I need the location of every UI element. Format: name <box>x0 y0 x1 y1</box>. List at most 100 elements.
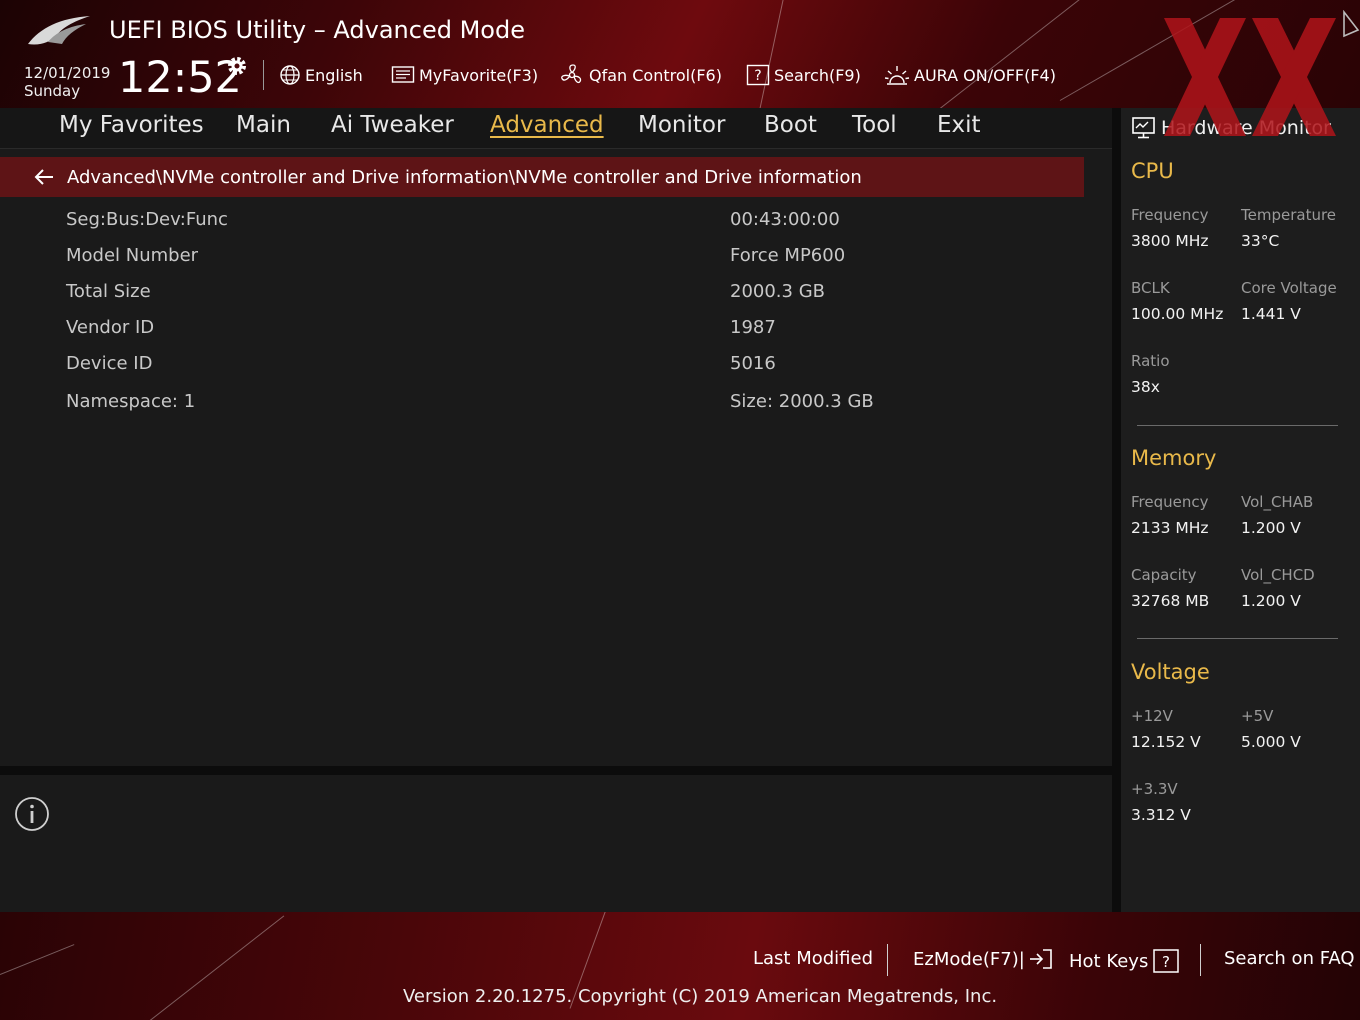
info-row-model-number: Model Number Force MP600 <box>0 239 1100 275</box>
tab-advanced[interactable]: Advanced <box>490 112 604 138</box>
cpu-temperature-label: Temperature <box>1241 206 1337 224</box>
aura-toggle-button[interactable]: AURA ON/OFF(F4) <box>884 62 1056 88</box>
cpu-ratio-value: 38x <box>1131 378 1160 396</box>
help-info-panel <box>0 775 1112 912</box>
tab-boot[interactable]: Boot <box>764 112 817 138</box>
cpu-bclk-value: 100.00 MHz <box>1131 305 1224 323</box>
cpu-ratio-label: Ratio <box>1131 352 1170 370</box>
section-divider <box>1137 425 1338 426</box>
watermark-logo-icon <box>1164 18 1336 136</box>
hardware-monitor-panel: Hardware Monitor CPU Frequency 3800 MHz … <box>1121 108 1360 912</box>
favorite-list-icon <box>391 66 415 83</box>
row-value: 2000.3 GB <box>730 281 826 302</box>
breadcrumb: Advanced\NVMe controller and Drive infor… <box>0 157 1084 197</box>
info-icon <box>15 797 49 831</box>
info-row-namespace: Namespace: 1 Size: 2000.3 GB <box>0 385 1100 421</box>
info-row-vendor-id: Vendor ID 1987 <box>0 311 1100 347</box>
myfavorite-button[interactable]: MyFavorite(F3) <box>391 62 538 88</box>
footer-divider <box>887 944 888 976</box>
voltage-5v-label: +5V <box>1241 707 1274 725</box>
qfan-control-button[interactable]: Qfan Control(F6) <box>559 62 722 88</box>
tab-my-favorites[interactable]: My Favorites <box>59 112 204 138</box>
cursor-icon <box>1343 10 1360 38</box>
memory-capacity-value: 32768 MB <box>1131 592 1210 610</box>
cpu-core-voltage-value: 1.441 V <box>1241 305 1301 323</box>
clock: 12:52 <box>118 53 242 103</box>
hot-keys-label: Hot Keys <box>1069 950 1149 972</box>
row-value: 1987 <box>730 317 776 338</box>
vol-chab-label: Vol_CHAB <box>1241 493 1314 511</box>
row-label: Device ID <box>66 353 153 374</box>
svg-text:?: ? <box>754 68 761 84</box>
tab-main[interactable]: Main <box>236 112 291 138</box>
row-value: 00:43:00:00 <box>730 209 840 230</box>
header-bar: UEFI BIOS Utility – Advanced Mode 12/01/… <box>0 0 1360 108</box>
footer-divider <box>1200 944 1201 976</box>
voltage-12v-value: 12.152 V <box>1131 733 1201 751</box>
row-label: Total Size <box>66 281 151 302</box>
aura-light-icon <box>884 66 910 85</box>
decor-streak <box>0 944 75 975</box>
cpu-temperature-value: 33°C <box>1241 232 1280 250</box>
tab-ai-tweaker[interactable]: Ai Tweaker <box>331 112 454 138</box>
settings-panel: Advanced\NVMe controller and Drive infor… <box>0 149 1112 766</box>
tab-tool[interactable]: Tool <box>852 112 897 138</box>
decor-streak <box>759 0 786 108</box>
vol-chcd-label: Vol_CHCD <box>1241 566 1315 584</box>
info-row-device-id: Device ID 5016 <box>0 347 1100 383</box>
search-button[interactable]: ? Search(F9) <box>746 62 861 88</box>
breadcrumb-text: Advanced\NVMe controller and Drive infor… <box>67 166 862 188</box>
cpu-core-voltage-label: Core Voltage <box>1241 279 1337 297</box>
cpu-bclk-label: BCLK <box>1131 279 1170 297</box>
sidebar-divider <box>1112 108 1121 912</box>
globe-icon <box>280 65 300 85</box>
cpu-frequency-value: 3800 MHz <box>1131 232 1209 250</box>
vol-chab-value: 1.200 V <box>1241 519 1301 537</box>
svg-text:?: ? <box>1162 953 1170 971</box>
decor-streak <box>149 915 285 1020</box>
voltage-3v3-value: 3.312 V <box>1131 806 1191 824</box>
memory-section-title: Memory <box>1131 446 1217 470</box>
version-text: Version 2.20.1275. Copyright (C) 2019 Am… <box>403 986 998 1007</box>
row-label: Model Number <box>66 245 199 266</box>
memory-frequency-value: 2133 MHz <box>1131 519 1209 537</box>
help-question-icon: ? <box>746 64 770 86</box>
gear-icon[interactable] <box>225 54 249 78</box>
memory-capacity-label: Capacity <box>1131 566 1197 584</box>
ezmode-button[interactable]: EzMode(F7)| <box>913 948 1053 970</box>
tab-monitor[interactable]: Monitor <box>638 112 725 138</box>
help-question-icon: ? <box>1153 949 1180 973</box>
date-text: 12/01/2019 <box>24 64 111 82</box>
qfan-label: Qfan Control(F6) <box>589 65 722 85</box>
tab-exit[interactable]: Exit <box>937 112 981 138</box>
row-label: Namespace: 1 <box>66 391 196 412</box>
voltage-5v-value: 5.000 V <box>1241 733 1301 751</box>
main-menu-tabs: My Favorites Main Ai Tweaker Advanced Mo… <box>0 108 1112 149</box>
footer-bar: Last Modified EzMode(F7)| Hot Keys ? Sea… <box>0 912 1360 1020</box>
language-button[interactable]: English <box>279 62 363 88</box>
back-arrow-icon[interactable] <box>33 168 55 186</box>
row-value: 5016 <box>730 353 776 374</box>
row-value: Size: 2000.3 GB <box>730 391 874 412</box>
fan-icon <box>561 64 582 84</box>
last-modified-button[interactable]: Last Modified <box>753 948 873 969</box>
rog-logo-icon <box>28 16 90 45</box>
memory-frequency-label: Frequency <box>1131 493 1209 511</box>
hot-keys-button[interactable]: Hot Keys ? <box>1069 948 1180 974</box>
day-text: Sunday <box>24 82 81 100</box>
toolbar-divider <box>263 60 264 90</box>
voltage-12v-label: +12V <box>1131 707 1173 725</box>
row-label: Vendor ID <box>66 317 155 338</box>
monitor-icon <box>1132 117 1155 139</box>
info-row-seg-bus-dev-func: Seg:Bus:Dev:Func 00:43:00:00 <box>0 203 1100 239</box>
section-divider <box>1137 638 1338 639</box>
exit-mode-icon <box>1029 949 1052 969</box>
row-value: Force MP600 <box>730 245 846 266</box>
vol-chcd-value: 1.200 V <box>1241 592 1301 610</box>
panel-divider <box>0 766 1112 775</box>
aura-label: AURA ON/OFF(F4) <box>914 65 1056 85</box>
search-faq-button[interactable]: Search on FAQ <box>1224 948 1355 969</box>
voltage-section-title: Voltage <box>1131 660 1210 684</box>
cpu-frequency-label: Frequency <box>1131 206 1209 224</box>
ezmode-label: EzMode(F7)| <box>913 948 1025 970</box>
